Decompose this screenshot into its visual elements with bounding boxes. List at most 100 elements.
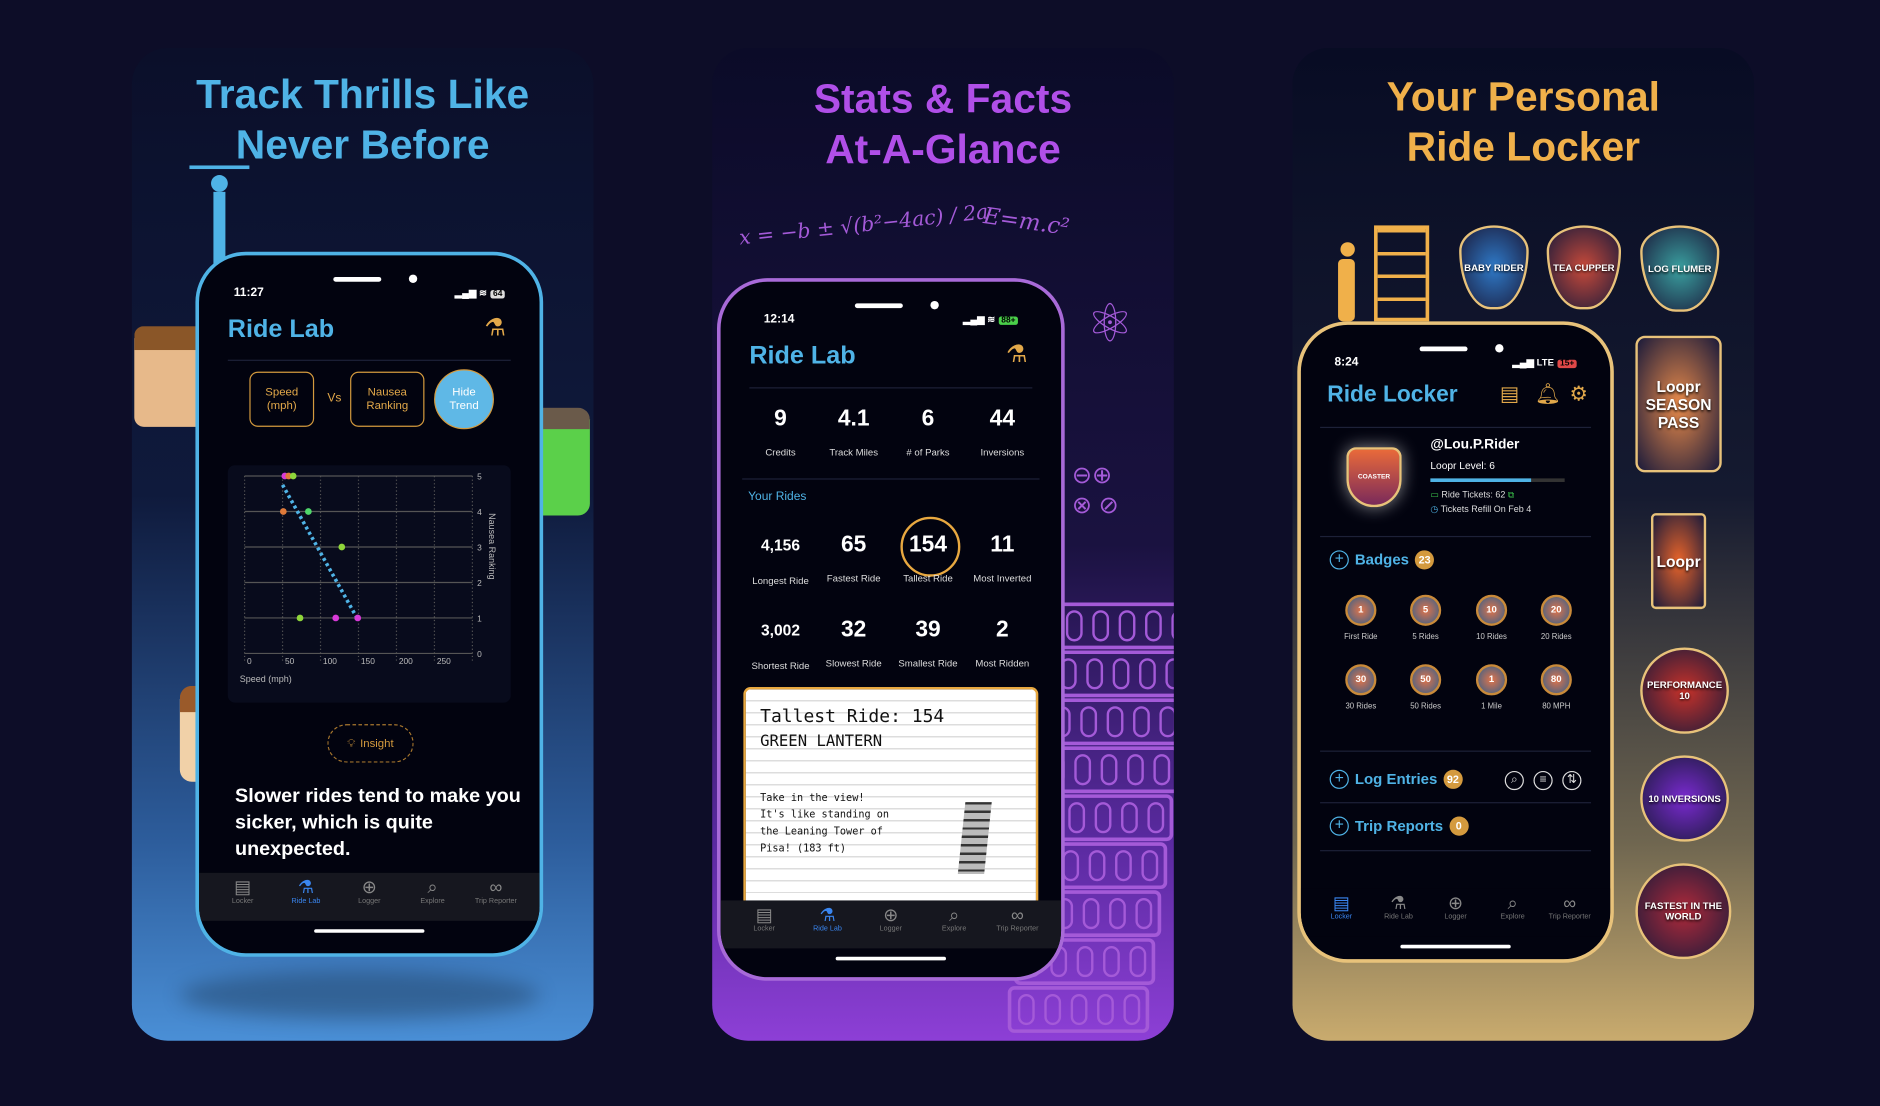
divider [1320, 802, 1592, 804]
tab-label: Trip Reporter [474, 898, 517, 906]
clipboard-icon[interactable]: ▤ [1500, 382, 1519, 406]
tab-locker[interactable]: ▤ Locker [1313, 888, 1370, 936]
add-icon[interactable]: + [1329, 769, 1349, 789]
data-point [279, 508, 287, 515]
badge-icon: 5 [1410, 594, 1442, 626]
signal-icon: ▂▄▆ [454, 287, 479, 299]
badge-item[interactable]: 80 80 MPH [1524, 664, 1589, 711]
flask-icon[interactable]: ⚗ [484, 313, 506, 343]
ride-tickets: ▭ Ride Tickets: 62 ⧉ [1430, 489, 1514, 501]
badge-item[interactable]: 5 5 Rides [1393, 594, 1458, 641]
add-icon[interactable]: + [1329, 550, 1349, 570]
search-icon[interactable]: ⌕ [1504, 770, 1524, 791]
badge-item[interactable]: 1 1 Mile [1459, 664, 1524, 711]
add-icon[interactable]: + [1329, 816, 1349, 836]
stat-item: 11 Most Inverted [965, 532, 1039, 584]
home-indicator[interactable] [314, 929, 425, 933]
cheering-figure-icon [189, 165, 250, 264]
tab-bar: ▤ Locker ⚗ Ride Lab ⊕ Logger ⌕ Explore ∞ Trip Rep… [199, 872, 540, 921]
stat-item: 154 Tallest Ride [891, 532, 965, 584]
tab-label: Logger [879, 925, 903, 933]
tab-ride-lab[interactable]: ⚗ Ride Lab [275, 873, 337, 921]
insight-button[interactable]: 💡︎ Insight [327, 724, 414, 763]
stat-item: 2 Most Ridden [965, 617, 1039, 669]
gear-icon[interactable]: ⚙ [1569, 382, 1587, 406]
flask-icon: ⚗ [819, 905, 836, 926]
stat-item: 65 Fastest Ride [817, 532, 891, 584]
stat-value: 9 [774, 406, 787, 432]
flask-icon[interactable]: ⚗ [1006, 339, 1028, 369]
hide-trend-button[interactable]: Hide Trend [434, 369, 494, 430]
home-indicator[interactable] [1400, 944, 1511, 949]
badge-label: First Ride [1344, 633, 1378, 642]
y-tick-label: 2 [477, 578, 482, 588]
ticket-icon: ▭ [1430, 489, 1442, 500]
phone-ride-locker: 8:24 ▂▄▆ LTE 15+ Ride Locker ▤ 🔔︎ ⚙ COASTER @Lou… [1297, 321, 1614, 963]
speaker-notch [333, 276, 382, 282]
note-line: Take in the view! [760, 792, 865, 805]
badge-item[interactable]: 30 30 Rides [1328, 664, 1393, 711]
stat-label: Shortest Ride [751, 660, 810, 672]
stat-label: Fastest Ride [826, 573, 881, 584]
y-tick-label: 0 [477, 649, 482, 659]
divider [742, 478, 1040, 480]
x-axis-selector[interactable]: Speed (mph) [249, 371, 315, 427]
sort-icon[interactable]: ⇅ [1562, 770, 1582, 791]
tab-ride-lab[interactable]: ⚗ Ride Lab [1370, 888, 1427, 936]
stat-value: 4,156 [761, 535, 801, 554]
badge-item[interactable]: 10 10 Rides [1459, 594, 1524, 641]
count-badge: 92 [1443, 769, 1463, 789]
tab-label: Locker [753, 925, 776, 933]
section-label: Trip Reports [1354, 817, 1444, 835]
data-point [354, 614, 362, 622]
tab-label: Trip Reporter [996, 925, 1039, 933]
stat-value: 11 [990, 532, 1015, 558]
badge-icon: 20 [1540, 594, 1572, 626]
stat-value: 2 [995, 617, 1009, 643]
badge-icon: 1 [1345, 594, 1377, 626]
tab-trip-reporter[interactable]: ∞ Trip Reporter [986, 900, 1048, 948]
tab-explore[interactable]: ⌕ Explore [401, 873, 463, 921]
badge-icon: 80 [1540, 664, 1572, 696]
wifi-icon: ≋ [987, 314, 996, 325]
headline-line: At-A-Glance [825, 127, 1061, 173]
tab-logger[interactable]: ⊕ Logger [1427, 888, 1484, 936]
math-figure-icon: ⊖⊕ ⊗ ⊘ [1071, 462, 1119, 520]
vs-label: Vs [327, 392, 342, 406]
tab-ride-lab[interactable]: ⚗ Ride Lab [796, 900, 858, 948]
avatar[interactable]: COASTER [1346, 447, 1402, 508]
loopr-level: Loopr Level: 6 [1430, 459, 1495, 472]
note-card[interactable]: Tallest Ride: 154 GREEN LANTERN Take in th… [743, 687, 1039, 915]
badges-section[interactable]: + Badges 23 [1329, 550, 1435, 570]
badge-item[interactable]: 50 50 Rides [1393, 664, 1458, 711]
tab-explore[interactable]: ⌕ Explore [1484, 888, 1541, 936]
tab-label: Locker [231, 898, 254, 906]
status-icons: ▂▄▆ ≋ 64 [455, 288, 505, 299]
user-handle: @Lou.P.Rider [1430, 437, 1520, 453]
badge-label: 20 Rides [1540, 633, 1572, 642]
trip-reports-section[interactable]: + Trip Reports 0 [1329, 816, 1469, 836]
tab-trip-reporter[interactable]: ∞ Trip Reporter [465, 873, 527, 921]
tab-explore[interactable]: ⌕ Explore [923, 900, 985, 948]
tab-logger[interactable]: ⊕ Logger [860, 900, 922, 948]
log-entries-section[interactable]: + Log Entries 92 [1329, 769, 1463, 789]
x-tick-label: 100 [323, 656, 337, 666]
camera-dot [930, 300, 939, 310]
tab-locker[interactable]: ▤ Locker [211, 873, 273, 921]
list-icon: ▤ [1332, 893, 1350, 914]
filter-icon[interactable]: ≡ [1533, 770, 1553, 791]
tab-logger[interactable]: ⊕ Logger [338, 873, 400, 921]
bell-icon[interactable]: 🔔︎ [1535, 382, 1561, 406]
data-point [338, 543, 346, 551]
divider [749, 387, 1033, 389]
battery-level: 15+ [1557, 359, 1577, 369]
add-tickets-icon[interactable]: ⧉ [1505, 489, 1514, 500]
y-axis-selector[interactable]: Nausea Ranking [350, 371, 425, 427]
tickets-refill: ◷ Tickets Refill On Feb 4 [1430, 504, 1531, 515]
stat-label: Most Inverted [973, 573, 1032, 584]
home-indicator[interactable] [835, 956, 946, 961]
badge-item[interactable]: 1 First Ride [1328, 594, 1393, 642]
tab-locker[interactable]: ▤ Locker [733, 900, 795, 948]
tab-trip-reporter[interactable]: ∞ Trip Reporter [1541, 888, 1598, 936]
badge-item[interactable]: 20 20 Rides [1524, 594, 1589, 642]
